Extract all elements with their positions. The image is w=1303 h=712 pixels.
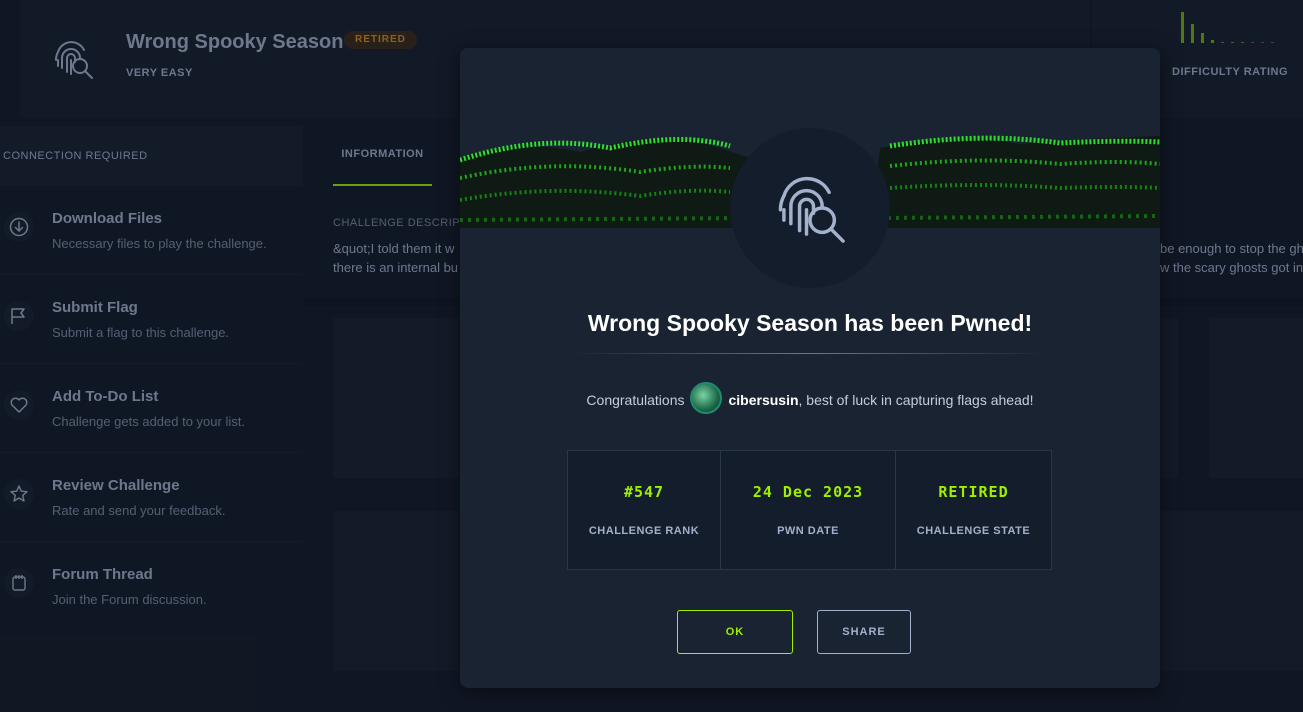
stat-challenge-rank: #547 CHALLENGE RANK bbox=[568, 451, 721, 569]
stat-challenge-state: RETIRED CHALLENGE STATE bbox=[896, 451, 1051, 569]
pwned-modal: Wrong Spooky Season has been Pwned! Cong… bbox=[460, 48, 1160, 688]
ok-button[interactable]: OK bbox=[677, 610, 793, 654]
stat-label: CHALLENGE STATE bbox=[916, 525, 1031, 537]
stat-value: 24 Dec 2023 bbox=[752, 483, 864, 501]
username[interactable]: cibersusin bbox=[728, 392, 798, 408]
stat-value: #547 bbox=[623, 483, 665, 501]
congrats-prefix: Congratulations bbox=[586, 392, 685, 408]
share-button[interactable]: SHARE bbox=[817, 610, 911, 654]
modal-title: Wrong Spooky Season has been Pwned! bbox=[587, 310, 1033, 336]
stat-label: PWN DATE bbox=[777, 525, 839, 537]
challenge-avatar bbox=[730, 128, 890, 288]
fingerprint-search-icon bbox=[778, 176, 845, 243]
stat-pwn-date: 24 Dec 2023 PWN DATE bbox=[721, 451, 896, 569]
title-divider bbox=[572, 353, 1048, 354]
congratulations-message: Congratulations cibersusin, best of luck … bbox=[460, 382, 1160, 415]
stat-label: CHALLENGE RANK bbox=[588, 525, 700, 537]
user-avatar bbox=[690, 382, 723, 415]
stat-value: RETIRED bbox=[938, 483, 1009, 501]
congrats-suffix: , best of luck in capturing flags ahead! bbox=[798, 392, 1034, 408]
stats-panel: #547 CHALLENGE RANK 24 Dec 2023 PWN DATE… bbox=[567, 450, 1052, 570]
